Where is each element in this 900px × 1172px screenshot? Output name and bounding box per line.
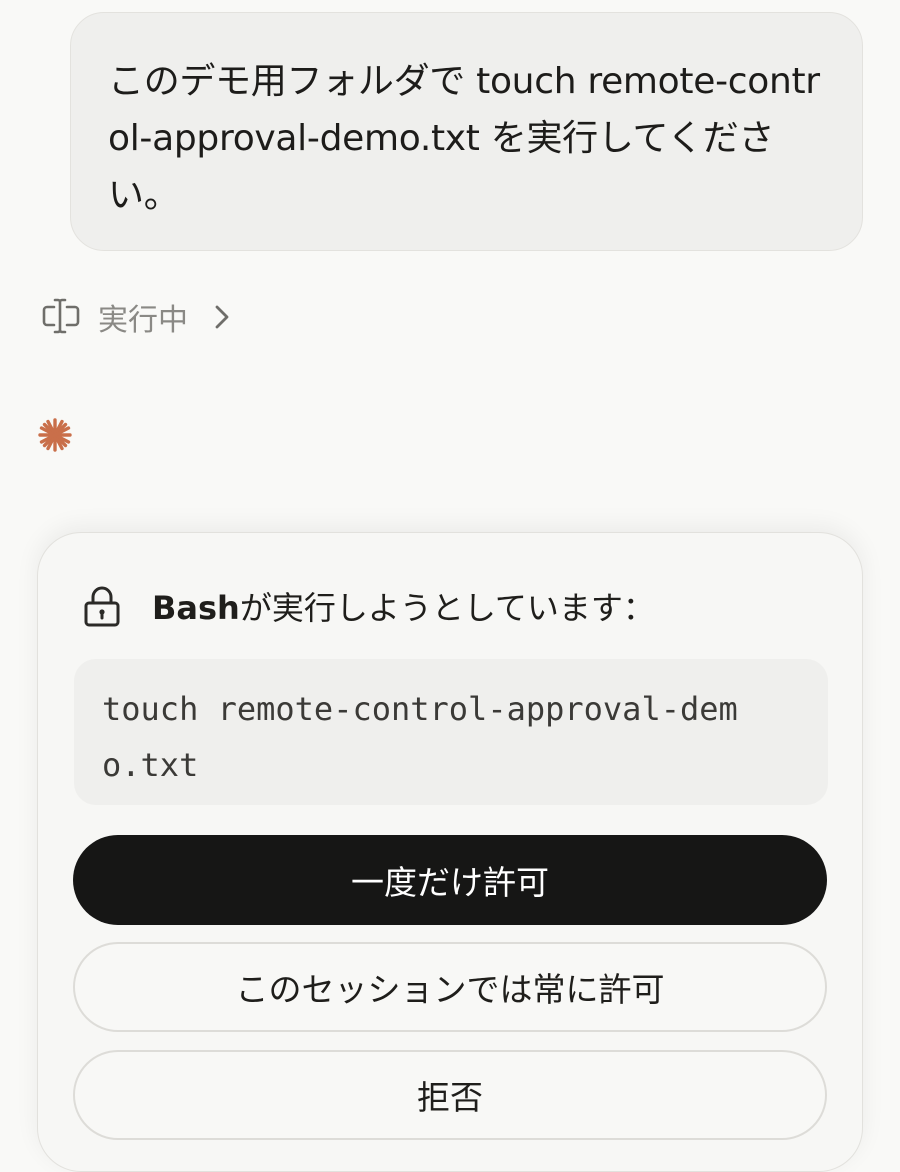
permission-header: Bashが実行しようとしています：: [78, 581, 655, 631]
allow-once-button[interactable]: 一度だけ許可: [73, 835, 827, 925]
spark-icon: [38, 418, 72, 452]
user-message-bubble: このデモ用フォルダで touch remote-control-approval…: [70, 12, 863, 251]
tool-name: Bash: [152, 589, 240, 627]
command-text: touch remote-control-approval-demo.txt: [102, 690, 738, 784]
command-block: touch remote-control-approval-demo.txt: [74, 659, 828, 805]
tool-status-row[interactable]: 実行中: [38, 292, 232, 342]
permission-panel: Bashが実行しようとしています： touch remote-control-a…: [37, 532, 863, 1172]
user-message-text: このデモ用フォルダで touch remote-control-approval…: [108, 61, 820, 216]
tool-cursor-icon: [38, 294, 84, 340]
chevron-right-icon[interactable]: [212, 303, 232, 331]
lock-icon: [78, 582, 126, 630]
deny-button[interactable]: 拒否: [73, 1050, 827, 1140]
permission-message-text: が実行しようとしています：: [239, 589, 655, 627]
status-label: 実行中: [98, 303, 188, 338]
permission-message: Bashが実行しようとしています：: [152, 583, 655, 629]
allow-session-button[interactable]: このセッションでは常に許可: [73, 942, 827, 1032]
